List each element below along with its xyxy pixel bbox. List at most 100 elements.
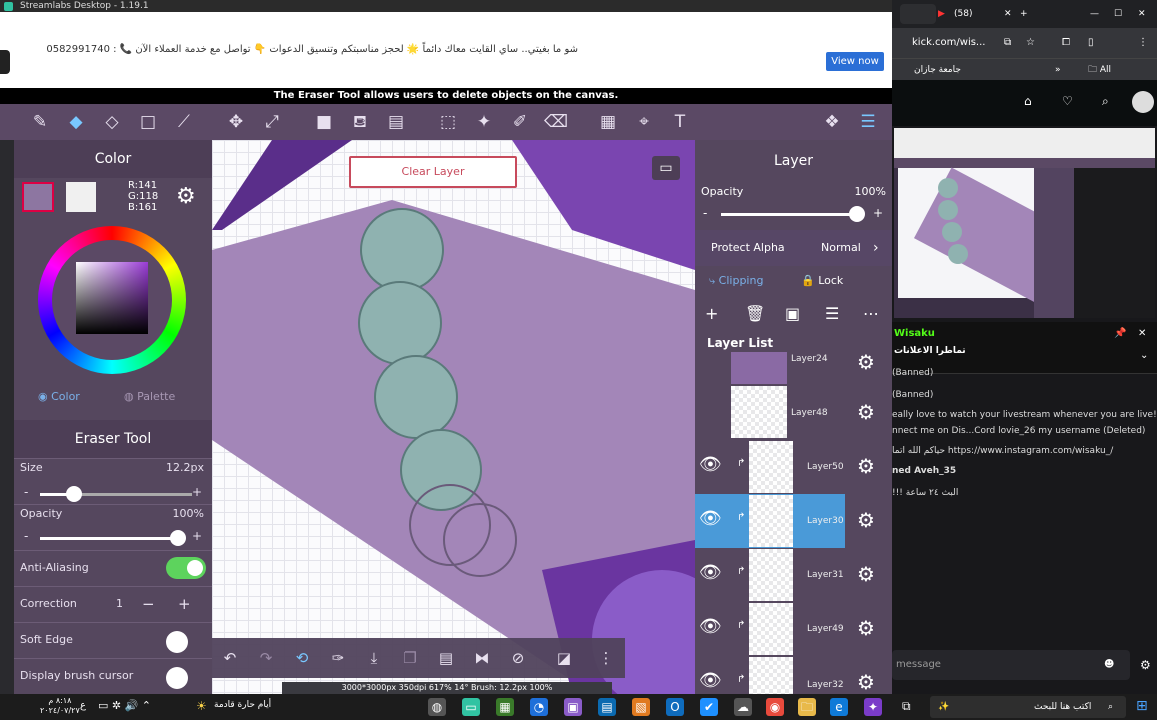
app-icon[interactable]: ✦ bbox=[864, 698, 882, 716]
app-icon[interactable]: ✔ bbox=[700, 698, 718, 716]
drawing-canvas[interactable]: Clear Layer ▭ ↶ ↷ ⟲ ✑ ⤓ ❐ ▤ ⧓ ⊘ ◪ ⋮ 3000… bbox=[212, 140, 695, 694]
tab-palette[interactable]: ◍ Palette bbox=[124, 390, 175, 403]
streamlabs-taskbar-icon[interactable]: ▭ bbox=[462, 698, 480, 716]
reference-window-icon[interactable]: ▭ bbox=[652, 156, 680, 180]
layer-item[interactable]: Layer24 ⚙ bbox=[695, 350, 892, 386]
store-icon[interactable]: ▤ bbox=[598, 698, 616, 716]
gradient-tool-icon[interactable]: ▤ bbox=[384, 110, 408, 134]
close-window-icon[interactable]: ✕ bbox=[1138, 0, 1146, 28]
correction-plus[interactable]: + bbox=[178, 587, 191, 621]
copy-layer-icon[interactable]: ▣ bbox=[785, 304, 800, 323]
magic-wand-icon[interactable]: ✦ bbox=[472, 110, 496, 134]
layer-settings-gear-icon[interactable]: ⚙ bbox=[857, 508, 875, 532]
layer-settings-gear-icon[interactable]: ⚙ bbox=[857, 400, 875, 424]
bookmark-star-icon[interactable]: ☆ bbox=[1026, 28, 1035, 58]
minecraft-icon[interactable]: ▦ bbox=[496, 698, 514, 716]
system-tray-icons[interactable]: ▭ ✲ 🔊 ⌃ bbox=[98, 699, 151, 712]
menu-icon[interactable]: ⋮ bbox=[1138, 28, 1148, 58]
correction-minus[interactable]: − bbox=[142, 587, 155, 621]
chevron-down-icon[interactable]: ⌄ bbox=[1140, 350, 1148, 361]
grid-menu-icon[interactable]: ⋮ bbox=[594, 646, 618, 670]
stream-preview[interactable] bbox=[894, 128, 1155, 318]
visibility-eye-icon[interactable]: 👁 bbox=[699, 454, 722, 475]
select-pen-icon[interactable]: ✐ bbox=[508, 110, 532, 134]
secondary-color-swatch[interactable] bbox=[66, 182, 96, 212]
visibility-eye-icon[interactable]: 👁 bbox=[699, 670, 722, 691]
layer-opacity-knob[interactable] bbox=[849, 206, 865, 222]
app-icon[interactable]: ▧ bbox=[632, 698, 650, 716]
address-bar[interactable]: kick.com/wis... bbox=[912, 28, 985, 58]
color-wheel[interactable] bbox=[38, 226, 186, 374]
windows-start-icon[interactable]: ⊞ bbox=[1136, 698, 1148, 714]
chat-settings-gear-icon[interactable]: ⚙ bbox=[1140, 658, 1151, 672]
layer-settings-gear-icon[interactable]: ⚙ bbox=[857, 454, 875, 478]
visibility-eye-icon[interactable]: 👁 bbox=[699, 508, 722, 529]
visibility-eye-icon[interactable]: 👁 bbox=[699, 562, 722, 583]
sidebar-icon[interactable]: ▯ bbox=[1088, 28, 1094, 58]
outlook-icon[interactable]: O bbox=[666, 698, 684, 716]
opacity-slider[interactable] bbox=[40, 537, 178, 540]
heart-icon[interactable]: ♡ bbox=[1062, 94, 1073, 108]
chrome-icon[interactable]: ◉ bbox=[766, 698, 784, 716]
layer-settings-gear-icon[interactable]: ⚙ bbox=[857, 670, 875, 694]
chat-input[interactable]: message ☻ bbox=[892, 650, 1130, 680]
rotate-lock-icon[interactable]: ⊘ bbox=[506, 646, 530, 670]
eyedropper-icon[interactable]: ⌖ bbox=[632, 110, 656, 134]
extensions-icon[interactable]: ⧠ bbox=[1062, 28, 1070, 58]
clipping-button[interactable]: ⤷ Clipping bbox=[709, 266, 763, 296]
transform-icon[interactable]: ⟲ bbox=[290, 646, 314, 670]
redo-icon[interactable]: ↷ bbox=[254, 646, 278, 670]
app-icon[interactable]: ◔ bbox=[530, 698, 548, 716]
layer-settings-gear-icon[interactable]: ⚙ bbox=[857, 350, 875, 374]
import-icon[interactable]: ⤓ bbox=[362, 646, 386, 670]
new-tab-icon[interactable]: + bbox=[1020, 0, 1028, 28]
color-settings-gear-icon[interactable]: ⚙ bbox=[176, 184, 196, 209]
edit-icon[interactable]: ◪ bbox=[552, 646, 576, 670]
banner-side-tab[interactable] bbox=[0, 50, 10, 74]
visibility-eye-icon[interactable]: 👁 bbox=[699, 616, 722, 637]
task-view-icon[interactable]: ⧉ bbox=[902, 699, 911, 714]
edge-icon[interactable]: e bbox=[830, 698, 848, 716]
channel-name[interactable]: Wisaku bbox=[894, 328, 935, 339]
close-tab-icon[interactable]: ✕ bbox=[1004, 0, 1012, 28]
chevron-right-icon[interactable]: › bbox=[873, 230, 879, 266]
dropper-icon[interactable]: ✑ bbox=[326, 646, 350, 670]
move-tool-icon[interactable]: ✥ bbox=[224, 110, 248, 134]
anti-aliasing-toggle[interactable] bbox=[166, 557, 206, 579]
clear-layer-button[interactable]: Clear Layer bbox=[349, 156, 517, 188]
lock-button[interactable]: 🔒 Lock bbox=[801, 266, 843, 296]
layer-item[interactable]: 👁 ↱ Layer31 ⚙ bbox=[695, 548, 892, 602]
shape-tool-icon[interactable]: □ bbox=[136, 110, 160, 134]
weather-text[interactable]: أيام حارة قادمة bbox=[214, 700, 271, 710]
bookmark-item[interactable]: جامعة جازان bbox=[914, 59, 961, 81]
minimize-icon[interactable]: — bbox=[1090, 0, 1099, 28]
app-icon[interactable]: ☁ bbox=[734, 698, 752, 716]
transform-tool-icon[interactable]: ⤢ bbox=[260, 110, 284, 134]
layers-icon[interactable]: ☰ bbox=[856, 110, 880, 134]
eraser-tool-icon[interactable]: ◆ bbox=[64, 110, 88, 134]
size-slider-knob[interactable] bbox=[66, 486, 82, 502]
taskbar-search[interactable]: ✨ اكتب هنا للبحث ⌕ bbox=[930, 696, 1126, 718]
delete-layer-icon[interactable]: 🗑 bbox=[745, 304, 765, 323]
materials-icon[interactable]: ❖ bbox=[820, 110, 844, 134]
bucket-tool-icon[interactable]: ⛾ bbox=[348, 110, 372, 134]
paste-icon[interactable]: ▤ bbox=[434, 646, 458, 670]
layer-item[interactable]: Layer48 ⚙ bbox=[695, 386, 892, 440]
brush-cursor-toggle[interactable] bbox=[166, 667, 188, 689]
soft-edge-toggle[interactable] bbox=[166, 631, 188, 653]
gift-icon[interactable]: ⌂ bbox=[1024, 94, 1032, 108]
undo-icon[interactable]: ↶ bbox=[218, 646, 242, 670]
app-icon[interactable]: ▣ bbox=[564, 698, 582, 716]
taskbar-app-icon[interactable]: ◍ bbox=[428, 698, 446, 716]
brush-tool-icon[interactable]: ✎ bbox=[28, 110, 52, 134]
close-pin-icon[interactable]: ✕ bbox=[1138, 328, 1146, 339]
copy-icon[interactable]: ❐ bbox=[398, 646, 422, 670]
layer-list-icon[interactable]: ☰ bbox=[825, 304, 839, 323]
clock[interactable]: ٨:١٨ م ٢٠٢٤/٠٧/٢٧ bbox=[40, 696, 80, 716]
add-layer-icon[interactable]: + bbox=[705, 304, 718, 323]
fill-color-icon[interactable]: ■ bbox=[312, 110, 336, 134]
layer-item[interactable]: 👁 ↱ Layer32 ⚙ bbox=[695, 656, 892, 694]
chevron-right-icon[interactable]: » bbox=[1055, 59, 1061, 81]
pin-icon[interactable]: 📌 bbox=[1114, 328, 1126, 339]
blend-mode-select[interactable]: Normal bbox=[821, 230, 861, 266]
